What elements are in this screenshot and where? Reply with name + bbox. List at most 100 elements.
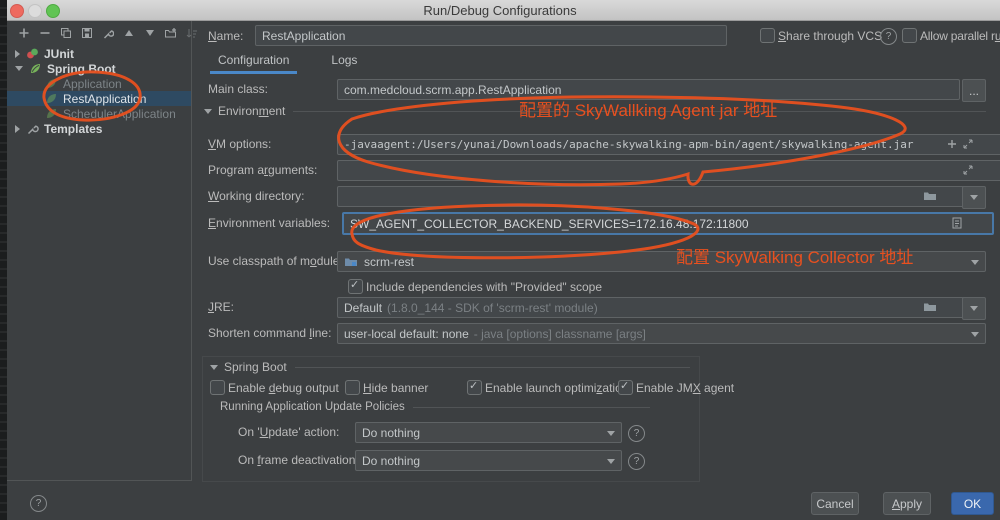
- add-vm-option-icon[interactable]: [946, 138, 958, 150]
- shorten-value-detail: - java [options] classname [args]: [474, 327, 646, 341]
- ok-button[interactable]: OK: [951, 492, 994, 515]
- module-combobox[interactable]: scrm-rest: [337, 251, 986, 272]
- collapse-arrow-icon: [204, 109, 212, 114]
- sort-configurations-icon[interactable]: [185, 26, 198, 39]
- on-update-action-label: On 'Update' action:: [238, 425, 339, 439]
- move-down-icon[interactable]: [143, 26, 156, 39]
- spring-boot-icon: [29, 62, 42, 75]
- help-icon[interactable]: ?: [628, 453, 645, 470]
- sidebar-toolbar: [17, 26, 198, 39]
- tree-item-application[interactable]: Application: [7, 76, 191, 91]
- collapse-arrow-icon: [210, 365, 218, 370]
- main-class-label: Main class:: [208, 82, 268, 96]
- module-icon: [344, 256, 358, 267]
- expand-field-icon[interactable]: [962, 138, 974, 150]
- enable-jmx-agent-label: Enable JMX agent: [636, 381, 734, 395]
- chevron-down-icon: [607, 459, 615, 464]
- help-icon[interactable]: ?: [880, 28, 897, 45]
- jre-value: Default: [344, 301, 382, 315]
- copy-configuration-icon[interactable]: [59, 26, 72, 39]
- enable-debug-output-checkbox[interactable]: [210, 380, 225, 395]
- shorten-command-line-combobox[interactable]: user-local default: none - java [options…: [337, 323, 986, 344]
- vm-options-input[interactable]: -javaagent:/Users/yunai/Downloads/apache…: [337, 134, 1000, 155]
- name-label: Name:: [208, 29, 243, 43]
- share-through-vcs-label: Share through VCS: [778, 29, 882, 43]
- junit-icon: [26, 47, 39, 60]
- help-icon[interactable]: ?: [628, 425, 645, 442]
- program-arguments-label: Program arguments:: [208, 163, 317, 177]
- configurations-tree: JUnit Spring Boot Application RestApplic…: [7, 46, 191, 136]
- configuration-editor: Name: RestApplication Share through VCS …: [190, 20, 1000, 520]
- separator-line: [295, 367, 690, 368]
- spring-boot-run-config-icon: [45, 92, 58, 105]
- enable-jmx-agent-checkbox[interactable]: [618, 380, 633, 395]
- tree-item-scheduler-application[interactable]: SchedulerApplication: [7, 106, 191, 121]
- help-button[interactable]: ?: [30, 495, 47, 512]
- spring-boot-run-config-icon: [45, 107, 58, 120]
- cancel-button[interactable]: Cancel: [811, 492, 859, 515]
- main-class-input[interactable]: com.medcloud.scrm.app.RestApplication: [337, 79, 960, 100]
- tree-item-junit[interactable]: JUnit: [7, 46, 191, 61]
- wrench-icon: [26, 122, 39, 135]
- tree-item-label: JUnit: [44, 47, 74, 61]
- enable-launch-optimization-checkbox[interactable]: [467, 380, 482, 395]
- apply-button[interactable]: Apply: [883, 492, 931, 515]
- save-configuration-icon[interactable]: [80, 26, 93, 39]
- expand-arrow-icon[interactable]: [15, 125, 20, 133]
- working-directory-dropdown-button[interactable]: [962, 186, 986, 209]
- tree-item-templates[interactable]: Templates: [7, 121, 191, 136]
- allow-parallel-run-checkbox[interactable]: [902, 28, 917, 43]
- tree-item-rest-application[interactable]: RestApplication: [7, 91, 191, 106]
- jre-label: JRE:: [208, 300, 234, 314]
- tree-item-spring-boot[interactable]: Spring Boot: [7, 61, 191, 76]
- browse-variables-icon[interactable]: [952, 217, 962, 229]
- main-class-value: com.medcloud.scrm.app.RestApplication: [344, 83, 561, 97]
- collapse-arrow-icon[interactable]: [15, 66, 23, 71]
- edit-templates-icon[interactable]: [101, 26, 114, 39]
- tab-configuration[interactable]: Configuration: [210, 50, 297, 74]
- on-frame-deactivation-combobox[interactable]: Do nothing: [355, 450, 622, 471]
- environment-variables-input[interactable]: SW_AGENT_COLLECTOR_BACKEND_SERVICES=172.…: [342, 212, 994, 235]
- environment-section-header[interactable]: Environment: [204, 104, 986, 118]
- hide-banner-label: Hide banner: [363, 381, 428, 395]
- on-update-action-combobox[interactable]: Do nothing: [355, 422, 622, 443]
- vm-options-value: -javaagent:/Users/yunai/Downloads/apache…: [344, 138, 914, 151]
- new-folder-icon[interactable]: [164, 26, 177, 39]
- environment-variables-value: SW_AGENT_COLLECTOR_BACKEND_SERVICES=172.…: [350, 217, 749, 231]
- spring-boot-run-config-icon: [45, 77, 58, 90]
- spring-boot-section-label: Spring Boot: [224, 360, 287, 374]
- spring-boot-section-header[interactable]: Spring Boot: [210, 360, 690, 374]
- window-title: Run/Debug Configurations: [0, 3, 1000, 18]
- background-window-edge: [0, 0, 7, 520]
- chevron-down-icon: [971, 332, 979, 337]
- jre-combobox[interactable]: Default (1.8.0_144 - SDK of 'scrm-rest' …: [337, 297, 978, 318]
- tab-bar: Configuration Logs: [210, 50, 365, 74]
- name-input[interactable]: RestApplication: [255, 25, 727, 46]
- share-through-vcs-checkbox[interactable]: [760, 28, 775, 43]
- working-directory-input[interactable]: [337, 186, 978, 207]
- on-frame-deactivation-label: On frame deactivation:: [238, 453, 359, 467]
- use-classpath-label: Use classpath of module:: [208, 254, 343, 268]
- include-provided-checkbox[interactable]: [348, 279, 363, 294]
- chevron-down-icon: [607, 431, 615, 436]
- enable-launch-optimization-label: Enable launch optimization: [485, 381, 628, 395]
- on-frame-deactivation-value: Do nothing: [362, 454, 420, 468]
- add-configuration-icon[interactable]: [17, 26, 30, 39]
- update-policies-label: Running Application Update Policies: [220, 401, 405, 413]
- hide-banner-checkbox[interactable]: [345, 380, 360, 395]
- jre-value-detail: (1.8.0_144 - SDK of 'scrm-rest' module): [387, 301, 598, 315]
- move-up-icon[interactable]: [122, 26, 135, 39]
- environment-variables-label: Environment variables:: [208, 216, 330, 230]
- jre-dropdown-button[interactable]: [962, 297, 986, 320]
- folder-icon[interactable]: [923, 301, 937, 312]
- remove-configuration-icon[interactable]: [38, 26, 51, 39]
- expand-field-icon[interactable]: [962, 164, 974, 176]
- browse-main-class-button[interactable]: ...: [962, 79, 986, 102]
- folder-icon[interactable]: [923, 190, 937, 201]
- program-arguments-input[interactable]: [337, 160, 1000, 181]
- tab-logs[interactable]: Logs: [323, 50, 365, 74]
- configurations-sidebar: JUnit Spring Boot Application RestApplic…: [7, 20, 192, 481]
- expand-arrow-icon[interactable]: [15, 50, 20, 58]
- separator-line: [413, 407, 650, 408]
- allow-parallel-run-label: Allow parallel run: [920, 29, 1000, 43]
